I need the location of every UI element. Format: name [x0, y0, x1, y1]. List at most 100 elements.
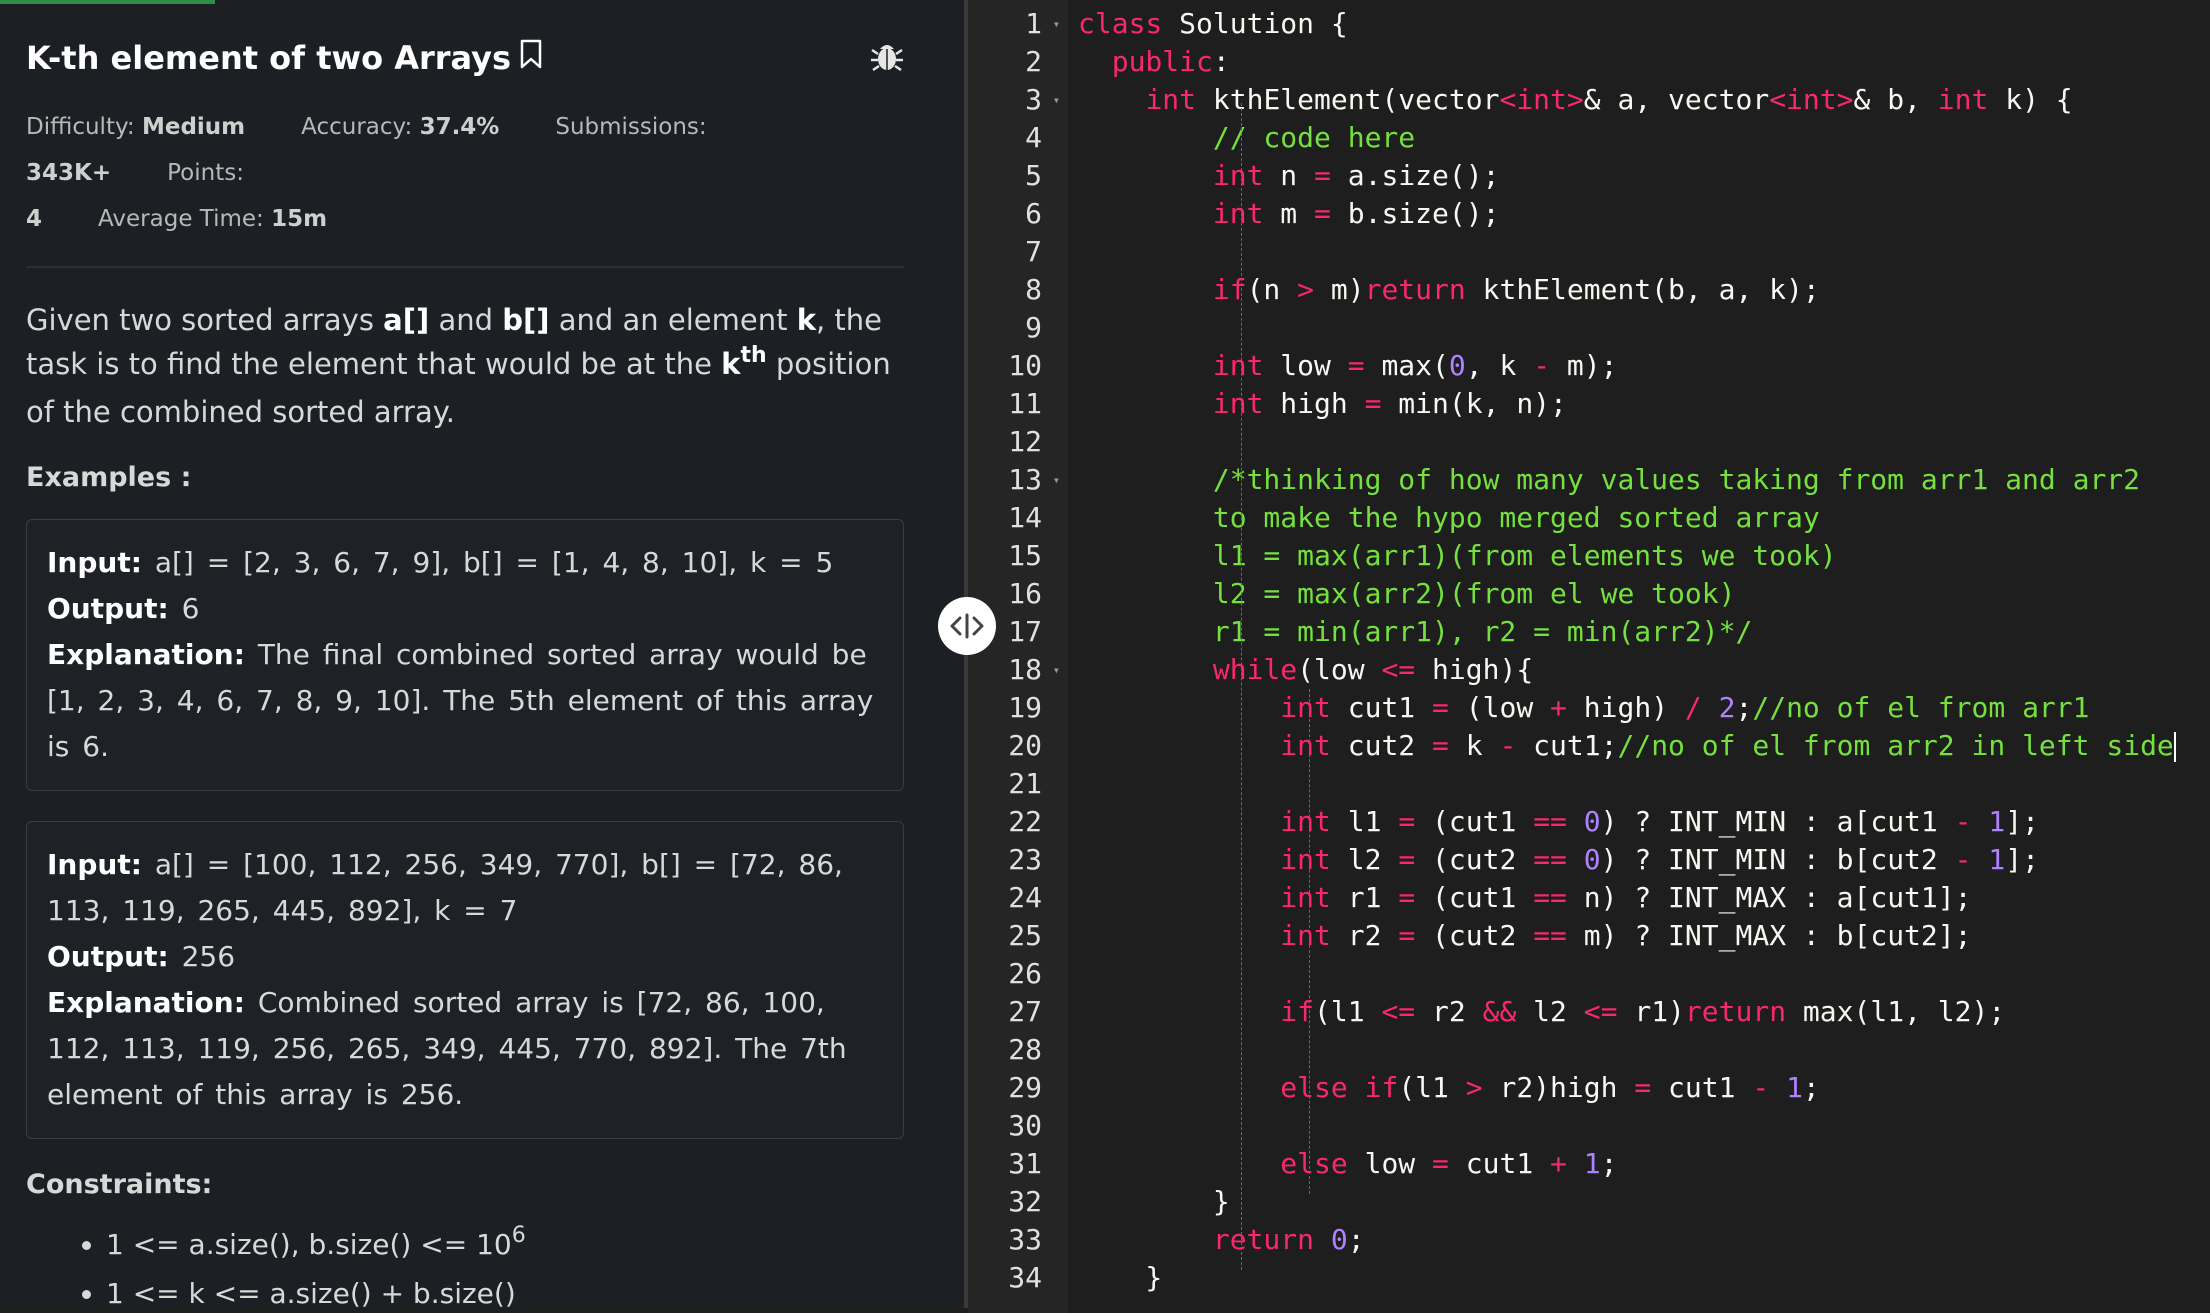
code-token: } — [1078, 1261, 1163, 1294]
code-line[interactable]: while(low <= high){ — [1068, 651, 2210, 689]
line-number-text: 25 — [1008, 919, 1042, 952]
resize-handle-icon[interactable] — [938, 597, 996, 655]
code-line[interactable] — [1068, 309, 2210, 347]
code-line[interactable]: r1 = min(arr1), r2 = min(arr2)*/ — [1068, 613, 2210, 651]
code-token: (n — [1246, 273, 1298, 306]
code-token: int — [1280, 729, 1331, 762]
code-line[interactable]: l1 = max(arr1)(from elements we took) — [1068, 537, 2210, 575]
code-line[interactable]: int r2 = (cut2 == m) ? INT_MAX : b[cut2]… — [1068, 917, 2210, 955]
code-line[interactable]: int cut2 = k - cut1;//no of el from arr2… — [1068, 727, 2210, 765]
code-line[interactable]: class Solution { — [1068, 5, 2210, 43]
code-token: & a, vector — [1583, 83, 1770, 116]
code-token: k — [1448, 729, 1500, 762]
code-token: return — [1212, 1223, 1315, 1256]
code-line[interactable]: int kthElement(vector<int>& a, vector<in… — [1068, 81, 2210, 119]
code-token: int — [1937, 83, 1989, 116]
code-token: < — [1499, 83, 1517, 116]
code-line[interactable]: int l1 = (cut1 == 0) ? INT_MIN : a[cut1 … — [1068, 803, 2210, 841]
code-line[interactable]: return 0; — [1068, 1221, 2210, 1259]
code-line[interactable] — [1068, 1031, 2210, 1069]
code-token: 1 — [1583, 1147, 1601, 1180]
code-line[interactable] — [1068, 765, 2210, 803]
code-token: r1) — [1617, 995, 1685, 1028]
line-number-text: 4 — [1025, 121, 1042, 154]
code-token: - — [1752, 1071, 1770, 1104]
line-number: 29 — [968, 1069, 1068, 1107]
indent-guide — [1309, 689, 1310, 1194]
code-token: ; — [1802, 1071, 1820, 1104]
code-token: > — [1297, 273, 1315, 306]
code-line[interactable]: public: — [1068, 43, 2210, 81]
code-line[interactable]: /*thinking of how many values taking fro… — [1068, 461, 2210, 499]
bug-icon[interactable] — [870, 39, 904, 77]
line-number-text: 23 — [1008, 843, 1042, 876]
line-number: 27 — [968, 993, 1068, 1031]
code-line[interactable]: if(l1 <= r2 && l2 <= r1)return max(l1, l… — [1068, 993, 2210, 1031]
code-line[interactable]: int cut1 = (low + high) / 2;//no of el f… — [1068, 689, 2210, 727]
code-line[interactable]: else if(l1 > r2)high = cut1 - 1; — [1068, 1069, 2210, 1107]
difficulty-value: Medium — [141, 114, 246, 140]
code-line[interactable]: if(n > m)return kthElement(b, a, k); — [1068, 271, 2210, 309]
desc-k: k — [721, 347, 741, 381]
fold-arrow-icon[interactable]: ▾ — [1053, 461, 1060, 499]
code-line[interactable]: // code here — [1068, 119, 2210, 157]
fold-arrow-icon[interactable]: ▾ — [1053, 81, 1060, 119]
code-editor[interactable]: 1 ▾ 2 3 ▾ 4 5 6 7 8 9 10 11 12 13 ▾ 14 15 16 17 18 ▾ 19 20 21 22 2… — [968, 0, 2210, 1313]
code-token: , k — [1465, 349, 1534, 382]
code-token: 1 — [1786, 1071, 1803, 1104]
code-line[interactable]: int r1 = (cut1 == n) ? INT_MAX : a[cut1]… — [1068, 879, 2210, 917]
line-number-text: 29 — [1008, 1071, 1042, 1104]
code-area[interactable]: class Solution { public: int kthElement(… — [1068, 0, 2210, 1308]
code-token: b.size(); — [1330, 197, 1500, 230]
line-number-text: 11 — [1008, 387, 1042, 420]
line-number: 31 — [968, 1145, 1068, 1183]
code-line[interactable]: int n = a.size(); — [1068, 157, 2210, 195]
line-number-text: 28 — [1008, 1033, 1042, 1066]
line-number-text: 8 — [1025, 273, 1042, 306]
code-token: int — [1786, 83, 1837, 116]
fold-arrow-icon[interactable]: ▾ — [1053, 651, 1060, 689]
line-number-gutter: 1 ▾ 2 3 ▾ 4 5 6 7 8 9 10 11 12 13 ▾ 14 15 16 17 18 ▾ 19 20 21 22 2… — [968, 0, 1068, 1313]
code-line[interactable] — [1068, 1107, 2210, 1145]
line-number-text: 12 — [1008, 425, 1042, 458]
line-number: 9 — [968, 309, 1068, 347]
code-token: (low — [1297, 653, 1382, 686]
line-number-text: 31 — [1008, 1147, 1042, 1180]
title-row: K-th element of two Arrays — [26, 0, 904, 84]
accuracy-value: 37.4% — [419, 114, 500, 140]
code-line[interactable]: int high = min(k, n); — [1068, 385, 2210, 423]
code-line[interactable] — [1068, 233, 2210, 271]
code-token: = — [1398, 919, 1416, 952]
code-line[interactable]: to make the hypo merged sorted array — [1068, 499, 2210, 537]
code-token: r2)high — [1482, 1071, 1635, 1104]
code-token: (cut2 — [1415, 919, 1534, 952]
code-token: (cut1 — [1415, 881, 1534, 914]
fold-arrow-icon[interactable]: ▾ — [1053, 5, 1060, 43]
code-line[interactable] — [1068, 955, 2210, 993]
average-time: Average Time: 15m — [98, 206, 327, 232]
bookmark-icon[interactable] — [519, 39, 543, 77]
code-token: r2 — [1330, 919, 1399, 952]
code-token: <= — [1583, 995, 1618, 1028]
code-line[interactable]: else low = cut1 + 1; — [1068, 1145, 2210, 1183]
example-input: Input: a[] = [2, 3, 6, 7, 9], b[] = [1, … — [47, 540, 883, 586]
code-line[interactable]: int m = b.size(); — [1068, 195, 2210, 233]
code-line[interactable]: int low = max(0, k - m); — [1068, 347, 2210, 385]
code-line[interactable]: int l2 = (cut2 == 0) ? INT_MIN : b[cut2 … — [1068, 841, 2210, 879]
code-line[interactable]: } — [1068, 1183, 2210, 1221]
code-line[interactable]: } — [1068, 1259, 2210, 1297]
code-line[interactable]: l2 = max(arr2)(from el we took) — [1068, 575, 2210, 613]
code-line[interactable] — [1068, 423, 2210, 461]
code-token: - — [1533, 349, 1551, 382]
line-number-text: 17 — [1008, 615, 1042, 648]
code-token: 0 — [1448, 349, 1466, 382]
desc-text: and — [429, 303, 503, 337]
accuracy: Accuracy: 37.4% — [301, 114, 499, 140]
line-number-text: 18 — [1008, 653, 1042, 686]
